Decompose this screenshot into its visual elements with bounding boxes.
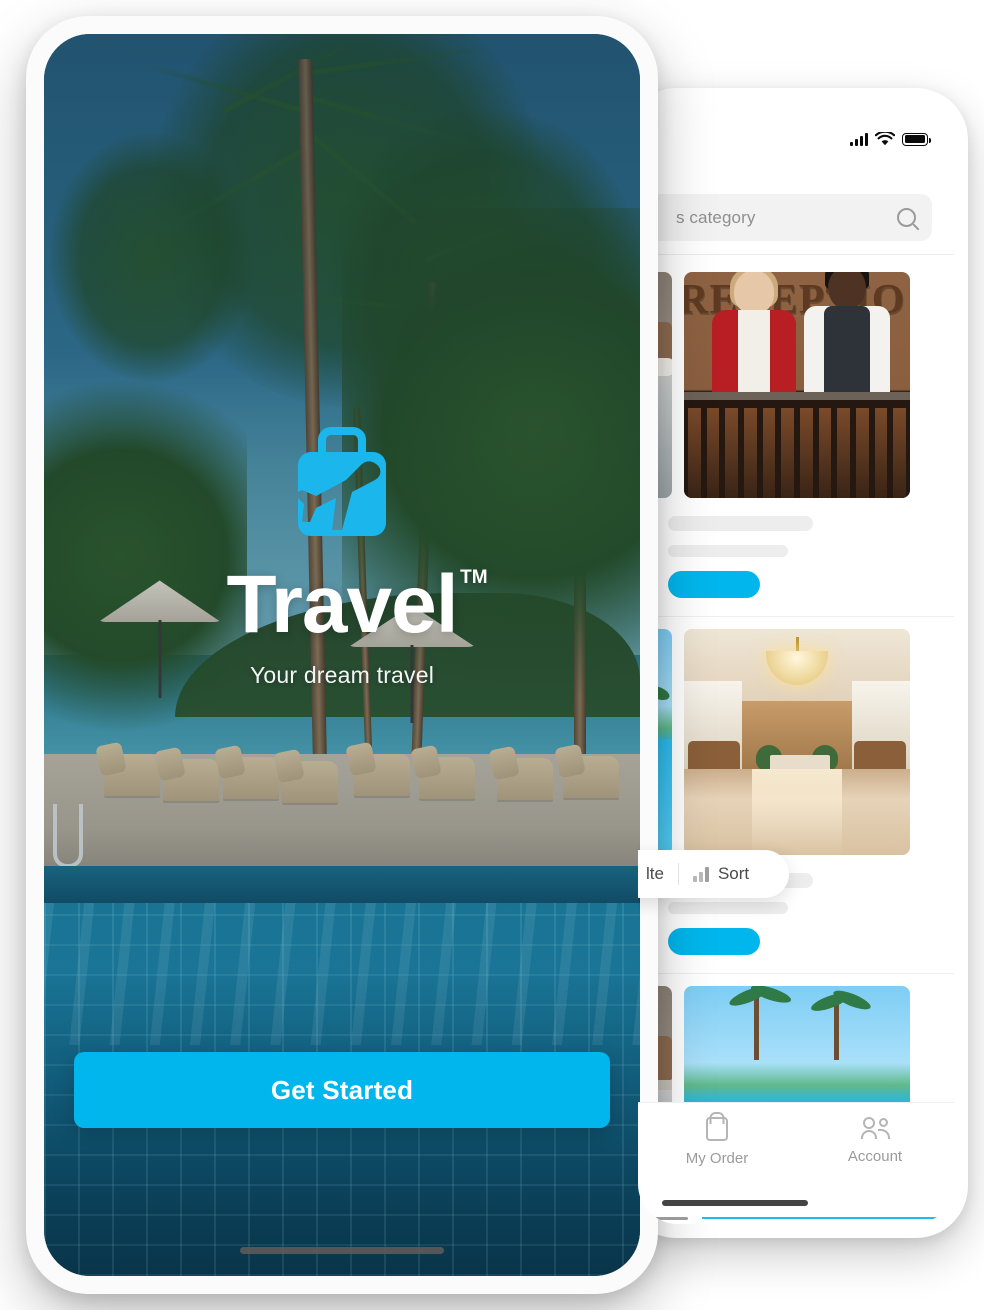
filter-sort-bar: lte Sort — [638, 850, 790, 898]
signal-bars-icon — [850, 132, 868, 146]
people-icon — [861, 1117, 890, 1139]
reception-desk — [684, 392, 910, 498]
accent-underline — [702, 1217, 944, 1219]
onboarding-splash-screen: Travel TM Your dream travel Get Started — [44, 34, 640, 1276]
screenshot-stage: s category RECEPTIO lte Sort My Order Ac… — [0, 0, 984, 1310]
brand-block: Travel TM Your dream travel — [44, 424, 640, 689]
hotel-listing-screen: s category RECEPTIO lte Sort My Order Ac… — [638, 102, 954, 1224]
bar-chart-icon — [692, 866, 709, 882]
tab-label: My Order — [685, 1150, 749, 1167]
filter-button[interactable]: lte — [638, 864, 678, 884]
search-bar[interactable]: s category — [638, 194, 932, 241]
left-phone-device: Travel TM Your dream travel Get Started — [26, 16, 658, 1294]
listing-card[interactable] — [638, 617, 954, 974]
shopping-bag-icon — [706, 1117, 728, 1141]
card-cta-button[interactable] — [668, 928, 760, 955]
home-indicator[interactable] — [662, 1200, 808, 1206]
search-icon[interactable] — [897, 208, 916, 227]
tab-my-order[interactable]: My Order — [638, 1117, 796, 1167]
get-started-button[interactable]: Get Started — [74, 1052, 610, 1128]
decorative-line — [646, 1217, 688, 1220]
right-phone-device: s category RECEPTIO lte Sort My Order Ac… — [624, 88, 968, 1238]
suitcase-airplane-logo — [290, 424, 394, 544]
tab-account[interactable]: Account — [796, 1117, 954, 1165]
receptionist-staff-figure — [804, 272, 890, 392]
search-placeholder: s category — [676, 207, 756, 227]
card-image-row — [638, 629, 954, 855]
listing-cards: RECEPTIO — [638, 260, 954, 1224]
tagline: Your dream travel — [249, 662, 435, 688]
card-cta-button[interactable] — [668, 571, 760, 598]
battery-full-icon — [902, 132, 932, 146]
sort-label: Sort — [717, 864, 750, 883]
wordmark-text: Travel — [226, 559, 458, 650]
card-subtitle-placeholder — [668, 902, 788, 914]
card-body — [638, 498, 954, 598]
card-image-row: RECEPTIO — [638, 272, 954, 498]
page-title: Travel TM — [226, 564, 487, 646]
listing-card[interactable]: RECEPTIO — [638, 260, 954, 617]
card-title-placeholder — [668, 516, 813, 531]
hotel-reception-desk-photo[interactable]: RECEPTIO — [684, 272, 910, 498]
status-bar — [638, 102, 954, 176]
card-subtitle-placeholder — [668, 545, 788, 557]
wifi-icon — [875, 131, 895, 145]
search-input[interactable]: s category — [638, 194, 932, 241]
hotel-lobby-chandelier-photo[interactable] — [684, 629, 910, 855]
tab-label: Account — [847, 1148, 903, 1165]
trademark-mark: TM — [460, 567, 488, 588]
sort-button[interactable]: Sort — [679, 864, 763, 884]
header-divider — [638, 254, 954, 255]
home-indicator[interactable] — [240, 1247, 444, 1254]
filter-label: lte — [646, 864, 664, 883]
chandelier-icon — [766, 637, 828, 685]
receptionist-guest-figure — [712, 272, 796, 392]
